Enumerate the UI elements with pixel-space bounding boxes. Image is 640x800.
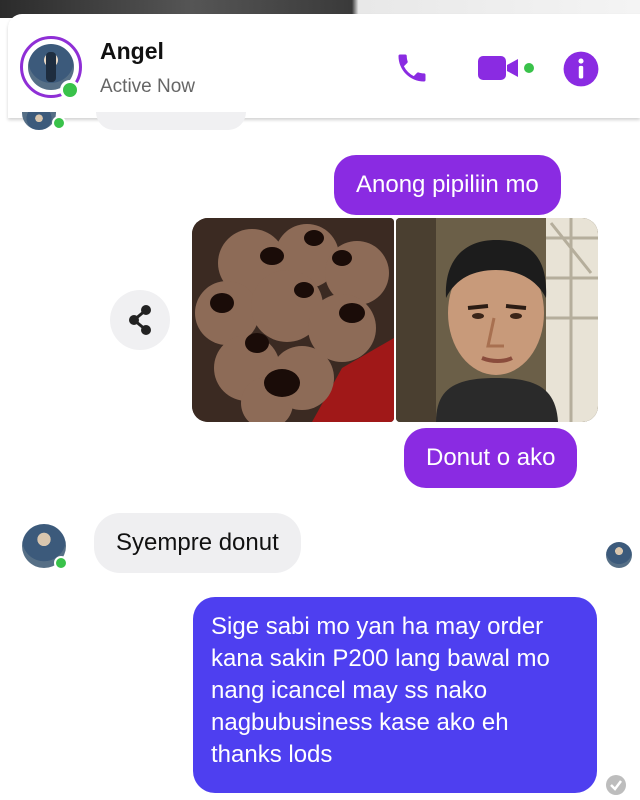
contact-status: Active Now — [100, 76, 196, 97]
donut-image — [192, 218, 394, 422]
previous-message-avatar — [22, 112, 56, 130]
share-button[interactable] — [110, 290, 170, 350]
phone-icon[interactable] — [394, 50, 430, 86]
donut-photo[interactable] — [192, 218, 394, 422]
contact-name[interactable]: Angel — [100, 38, 164, 65]
info-icon[interactable] — [562, 50, 600, 88]
message-text: Anong pipiliin mo — [356, 171, 539, 198]
sent-check-icon — [606, 775, 626, 795]
online-indicator — [54, 556, 68, 570]
message-text: Sige sabi mo yan ha may order kana sakin… — [211, 613, 550, 768]
read-receipt-avatar — [606, 542, 632, 568]
chat-header: Angel Active Now — [8, 14, 640, 118]
share-icon — [129, 305, 151, 335]
previous-message-bubble — [96, 112, 246, 130]
message-text: Syempre donut — [116, 529, 279, 556]
selfie-photo[interactable] — [396, 218, 598, 422]
message-bubble-sent[interactable]: Sige sabi mo yan ha may order kana sakin… — [193, 597, 597, 793]
video-camera-icon[interactable] — [476, 52, 536, 84]
message-bubble-sent[interactable]: Anong pipiliin mo — [334, 155, 561, 215]
selfie-image — [396, 218, 598, 422]
online-indicator — [60, 80, 80, 100]
message-bubble-sent[interactable]: Donut o ako — [404, 428, 578, 488]
message-bubble-received[interactable]: Syempre donut — [94, 513, 301, 573]
message-text: Donut o ako — [426, 444, 556, 471]
online-indicator — [52, 116, 66, 130]
